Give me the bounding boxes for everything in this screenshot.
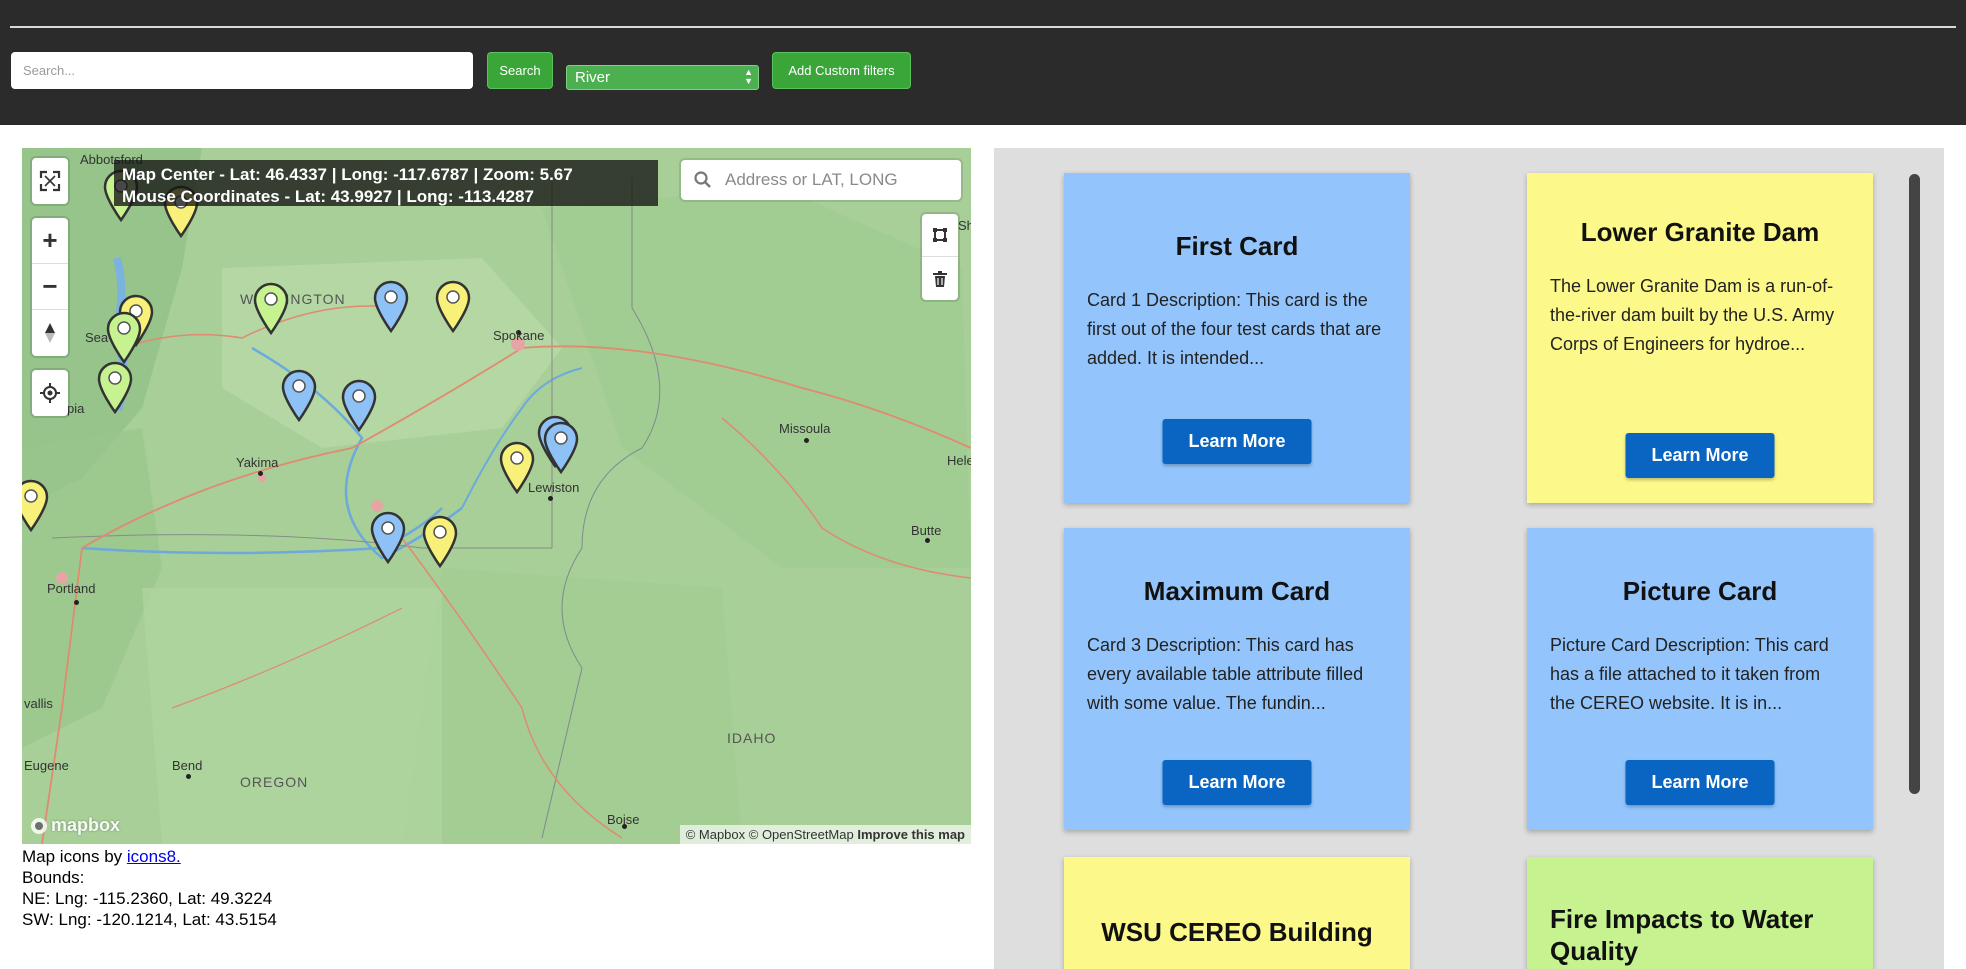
draw-polygon-button[interactable] xyxy=(922,214,958,257)
card-description: Card 3 Description: This card has every … xyxy=(1087,635,1364,713)
map-marker-yellow[interactable] xyxy=(498,440,536,494)
draw-trash-button[interactable] xyxy=(922,257,958,300)
top-toolbar: Search River ▲▼ Add Custom filters xyxy=(0,0,1966,125)
label-bend: Bend xyxy=(172,758,203,773)
minus-icon: − xyxy=(42,271,58,301)
label-boise: Boise xyxy=(607,812,640,827)
label-olympia: pia xyxy=(67,401,85,416)
label-oregon: OREGON xyxy=(240,774,309,790)
geocoder-input[interactable] xyxy=(723,169,947,191)
mouse-coordinates-readout: Mouse Coordinates - Lat: 43.9927 | Long:… xyxy=(122,187,534,206)
label-missoula: Missoula xyxy=(779,421,831,436)
card-maximum[interactable]: Maximum Card Card 3 Description: This ca… xyxy=(1064,528,1410,830)
plus-icon: + xyxy=(42,225,58,255)
learn-more-button[interactable]: Learn More xyxy=(1625,433,1775,478)
label-eugene: Eugene xyxy=(24,758,69,773)
map-marker-green[interactable] xyxy=(105,310,143,364)
learn-more-button[interactable]: Learn More xyxy=(1162,419,1312,464)
search-icon xyxy=(694,171,711,188)
geolocate-control[interactable] xyxy=(32,370,68,416)
zoom-control: + − xyxy=(32,218,68,356)
icons-credit-prefix: Map icons by xyxy=(22,847,127,866)
label-helena: Hele xyxy=(947,453,971,468)
card-fire-impacts[interactable]: Fire Impacts to Water Quality xyxy=(1527,857,1873,969)
filter-select-value: River xyxy=(575,69,611,86)
polygon-icon xyxy=(933,228,947,242)
map-marker-yellow[interactable] xyxy=(434,279,472,333)
city-dot xyxy=(548,496,553,501)
improve-map-link[interactable]: Improve this map xyxy=(857,827,965,842)
label-idaho: IDAHO xyxy=(727,730,777,746)
map-marker-yellow[interactable] xyxy=(421,514,459,568)
map-marker-blue[interactable] xyxy=(280,368,318,422)
map-marker-blue[interactable] xyxy=(542,420,580,474)
label-edge: Sh xyxy=(958,218,971,233)
map-marker-yellow[interactable] xyxy=(22,478,50,532)
map-basemap xyxy=(22,148,971,844)
card-description: The Lower Granite Dam is a run-of-the-ri… xyxy=(1550,276,1835,354)
card-title: WSU CEREO Building xyxy=(1101,917,1373,947)
icons-credit: Map icons by icons8. xyxy=(22,846,277,867)
card-title: Fire Impacts to Water Quality xyxy=(1550,904,1814,966)
map-attribution: © Mapbox © OpenStreetMap Improve this ma… xyxy=(679,825,971,844)
card-description: Picture Card Description: This card has … xyxy=(1550,635,1829,713)
map-marker-blue[interactable] xyxy=(340,378,378,432)
cards-scrollbar[interactable] xyxy=(1909,174,1920,794)
city-dot xyxy=(925,538,930,543)
bounds-ne: NE: Lng: -115.2360, Lat: 49.3224 xyxy=(22,889,273,908)
trash-icon xyxy=(933,270,947,287)
add-custom-filters-button[interactable]: Add Custom filters xyxy=(772,52,911,89)
filter-select[interactable]: River ▲ ▼ xyxy=(566,65,759,90)
card-picture[interactable]: Picture Card Picture Card Description: T… xyxy=(1527,528,1873,830)
cards-panel[interactable]: First Card Card 1 Description: This card… xyxy=(994,148,1944,969)
label-portland: Portland xyxy=(47,581,96,596)
map-coordinates-overlay: Map Center - Lat: 46.4337 | Long: -117.6… xyxy=(114,160,658,206)
compass-button[interactable] xyxy=(32,310,68,356)
select-arrows-icon: ▲ ▼ xyxy=(744,67,753,86)
label-corvallis: vallis xyxy=(24,696,53,711)
city-dot xyxy=(74,600,79,605)
map-center-readout: Map Center - Lat: 46.4337 | Long: -117.6… xyxy=(122,165,573,184)
mapbox-logo-text: mapbox xyxy=(51,815,121,835)
compass-icon xyxy=(45,323,55,343)
map-view[interactable]: Abbotsford WASHINGTON Sea pia Spokane Mi… xyxy=(22,148,971,844)
city-dot xyxy=(804,438,809,443)
zoom-in-button[interactable]: + xyxy=(32,218,68,264)
card-title: Picture Card xyxy=(1622,576,1778,606)
city-dot xyxy=(186,774,191,779)
attribution-text[interactable]: © Mapbox © OpenStreetMap xyxy=(686,827,854,842)
map-marker-green[interactable] xyxy=(252,281,290,335)
search-button[interactable]: Search xyxy=(487,52,553,89)
card-title: Lower Granite Dam xyxy=(1580,217,1820,247)
bounds-label: Bounds: xyxy=(22,868,85,887)
card-lower-granite-dam[interactable]: Lower Granite Dam The Lower Granite Dam … xyxy=(1527,173,1873,503)
fullscreen-icon[interactable] xyxy=(32,158,68,204)
city-dot xyxy=(258,471,263,476)
map-marker-green[interactable] xyxy=(96,360,134,414)
card-title: Maximum Card xyxy=(1143,576,1331,606)
label-spokane: Spokane xyxy=(493,328,545,343)
geocoder xyxy=(681,160,961,200)
learn-more-button[interactable]: Learn More xyxy=(1162,760,1312,805)
fullscreen-control[interactable] xyxy=(32,158,68,204)
zoom-out-button[interactable]: − xyxy=(32,264,68,310)
draw-control xyxy=(922,214,958,300)
card-wsu-cereo-building[interactable]: WSU CEREO Building xyxy=(1064,857,1410,969)
mapbox-logo[interactable]: mapbox xyxy=(30,815,120,836)
card-first[interactable]: First Card Card 1 Description: This card… xyxy=(1064,173,1410,503)
label-butte: Butte xyxy=(911,523,942,538)
card-title: First Card xyxy=(1175,231,1299,261)
icons8-link[interactable]: icons8. xyxy=(127,847,181,866)
bounds-sw: SW: Lng: -120.1214, Lat: 43.5154 xyxy=(22,910,277,929)
geolocate-icon[interactable] xyxy=(32,370,68,416)
map-marker-blue[interactable] xyxy=(369,510,407,564)
card-description: Card 1 Description: This card is the fir… xyxy=(1087,290,1382,368)
label-yakima: Yakima xyxy=(236,455,279,470)
map-footer: Map icons by icons8. Bounds: NE: Lng: -1… xyxy=(22,846,277,930)
mapbox-logo-icon xyxy=(31,817,47,834)
learn-more-button[interactable]: Learn More xyxy=(1625,760,1775,805)
header-divider xyxy=(10,26,1956,28)
map-marker-blue[interactable] xyxy=(372,279,410,333)
search-input[interactable] xyxy=(11,52,473,89)
